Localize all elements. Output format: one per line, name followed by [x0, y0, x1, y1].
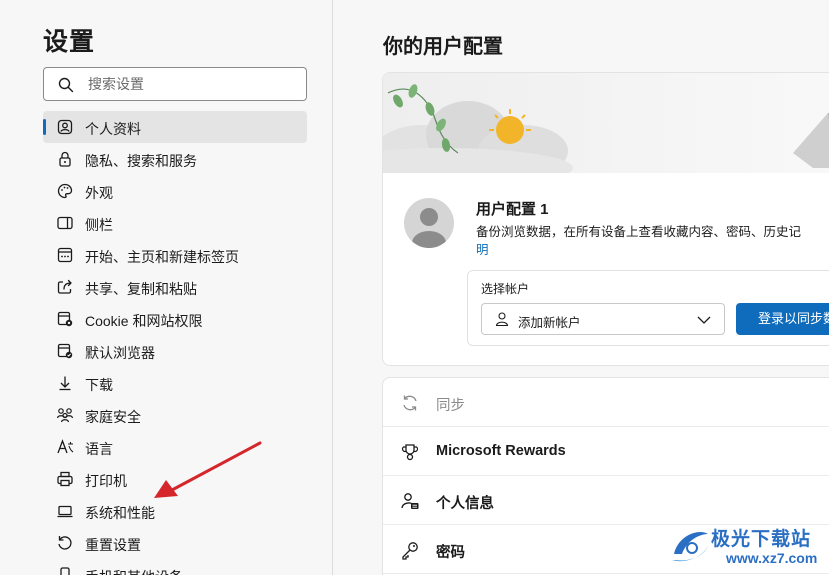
settings-row-label: 密码	[436, 545, 465, 561]
nav-item-label: 外观	[85, 185, 113, 201]
nav-item-label: 重置设置	[85, 537, 141, 553]
nav-item-default-browser[interactable]: 默认浏览器	[43, 335, 307, 367]
nav-item-privacy[interactable]: 隐私、搜索和服务	[43, 143, 307, 175]
profile-description: 备份浏览数据，在所有设备上查看收藏内容、密码、历史记	[476, 225, 802, 239]
settings-row-sync[interactable]: 同步	[383, 378, 829, 427]
search-icon	[58, 77, 74, 93]
profile-description-link[interactable]: 明	[476, 239, 489, 258]
nav-item-sidebar[interactable]: 侧栏	[43, 207, 307, 239]
avatar[interactable]	[404, 198, 454, 248]
settings-row-label: 同步	[436, 398, 465, 414]
nav-item-label: 手机和其他设备	[85, 567, 183, 575]
printer-icon	[57, 471, 73, 487]
nav-item-label: 语言	[85, 441, 113, 457]
default-avatar-icon	[412, 208, 446, 248]
nav-item-appearance[interactable]: 外观	[43, 175, 307, 207]
nav-item-label: 开始、主页和新建标签页	[85, 249, 239, 265]
nav-item-cookies[interactable]: Cookie 和网站权限	[43, 303, 307, 335]
nav-item-phone-devices[interactable]: 手机和其他设备	[43, 559, 307, 575]
page-title: 你的用户配置	[383, 36, 503, 58]
nav-item-label: 打印机	[85, 473, 127, 489]
settings-row-label: 个人信息	[436, 496, 494, 512]
nav-item-start-home[interactable]: 开始、主页和新建标签页	[43, 239, 307, 271]
settings-sidebar: 设置 个人资料 隐私、搜索和服务	[0, 0, 333, 575]
nav-item-label: Cookie 和网站权限	[85, 313, 203, 329]
nav-item-label: 下载	[85, 377, 113, 393]
account-picker-box: 选择帐户 添加新帐户 登录以同步数	[467, 270, 829, 346]
watermark-logo	[672, 532, 708, 562]
nav-item-label: 系统和性能	[85, 505, 155, 521]
nav-item-label: 默认浏览器	[85, 345, 155, 361]
settings-row-personal-info[interactable]: 个人信息	[383, 476, 829, 525]
search-input[interactable]	[88, 74, 298, 94]
trophy-icon	[401, 444, 419, 461]
nav-item-label: 家庭安全	[85, 409, 141, 425]
nav-item-label: 个人资料	[85, 121, 141, 137]
palette-icon	[57, 183, 73, 199]
settings-nav: 个人资料 隐私、搜索和服务 外观 侧栏 开始、主页和新建标签页 共享、复制和粘贴…	[43, 111, 307, 575]
profile-name: 用户配置 1	[476, 201, 549, 218]
account-select-value: 添加新帐户	[518, 316, 581, 330]
profile-card: 用户配置 1 备份浏览数据，在所有设备上查看收藏内容、密码、历史记 明 选择帐户…	[382, 72, 829, 366]
settings-title: 设置	[43, 28, 96, 56]
site-watermark: 极光下载站 www.xz7.com	[668, 520, 828, 572]
language-icon	[57, 439, 74, 454]
nav-item-label: 隐私、搜索和服务	[85, 153, 197, 169]
nav-item-downloads[interactable]: 下载	[43, 367, 307, 399]
account-select[interactable]: 添加新帐户	[481, 303, 725, 335]
cookie-settings-icon	[57, 311, 73, 327]
download-icon	[59, 376, 71, 391]
nav-item-label: 侧栏	[85, 217, 113, 233]
home-tab-icon	[57, 247, 73, 263]
nav-item-profile[interactable]: 个人资料	[43, 111, 307, 143]
sign-in-sync-button[interactable]: 登录以同步数	[736, 303, 829, 335]
watermark-text: 极光下载站	[711, 529, 812, 550]
nav-item-share[interactable]: 共享、复制和粘贴	[43, 271, 307, 303]
laptop-icon	[57, 505, 73, 518]
profile-banner-illustration	[383, 73, 829, 173]
share-icon	[57, 279, 72, 294]
lock-icon	[59, 151, 71, 167]
profile-icon	[57, 119, 73, 135]
personal-info-icon	[401, 493, 419, 509]
person-icon	[495, 312, 509, 327]
sidebar-panel-icon	[57, 216, 73, 230]
phone-icon	[60, 567, 70, 575]
nav-item-reset-settings[interactable]: 重置设置	[43, 527, 307, 559]
settings-row-label: Microsoft Rewards	[436, 443, 566, 459]
sync-icon	[403, 395, 417, 411]
browser-icon	[57, 343, 73, 359]
watermark-url: www.xz7.com	[726, 550, 818, 566]
key-icon	[402, 542, 418, 560]
settings-row-rewards[interactable]: Microsoft Rewards	[383, 427, 829, 476]
search-box[interactable]	[43, 67, 307, 101]
nav-item-family-safety[interactable]: 家庭安全	[43, 399, 307, 431]
nav-item-label: 共享、复制和粘贴	[85, 281, 197, 297]
account-label: 选择帐户	[481, 282, 530, 296]
chevron-down-icon	[697, 316, 711, 324]
annotation-arrow	[154, 441, 262, 498]
reset-icon	[58, 536, 72, 550]
family-icon	[56, 408, 74, 423]
main-content: 你的用户配置 用户配置 1 备份浏览数据，在所有设备上查看收藏内容、密码、历史记…	[334, 0, 829, 575]
